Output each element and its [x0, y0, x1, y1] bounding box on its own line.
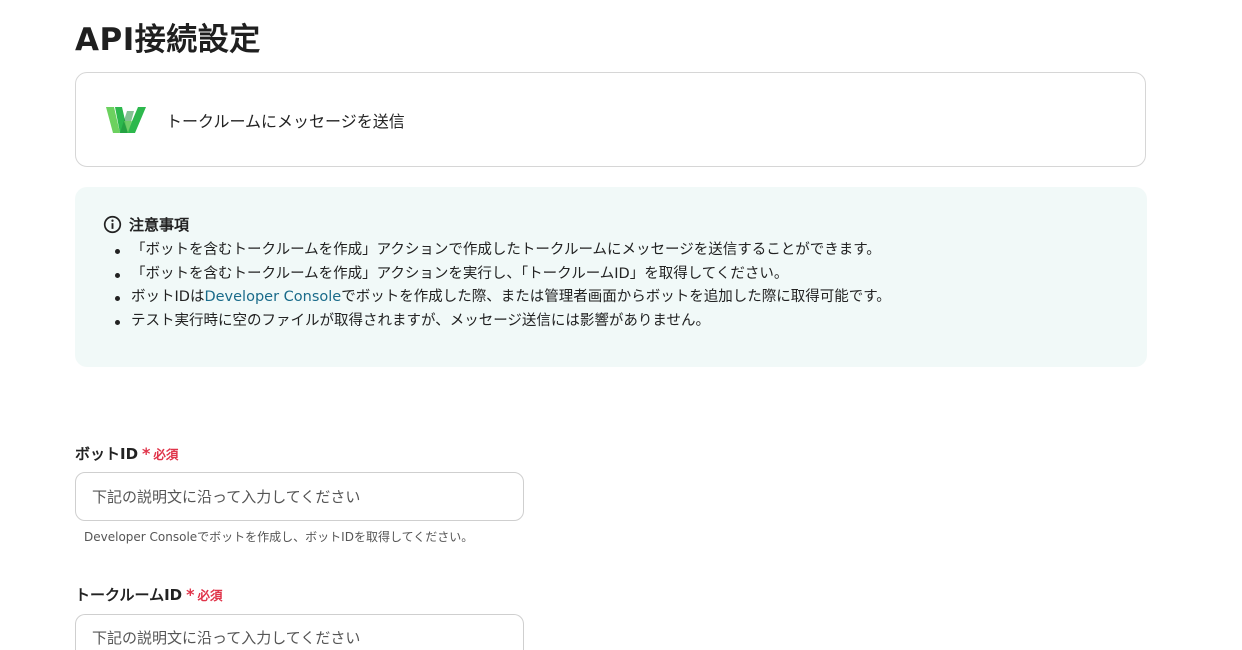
notice-list: 「ボットを含むトークルームを作成」アクションで作成したトークルームにメッセージを…: [103, 239, 1147, 333]
bot-id-label-text: ボットID: [75, 445, 139, 463]
room-id-label-text: トークルームID: [75, 586, 183, 604]
notice-item: テスト実行時に空のファイルが取得されますが、メッセージ送信には影響がありません。: [115, 310, 1147, 334]
notice-item-text: ボットIDは: [131, 289, 205, 305]
notice-item-text: でボットを作成した際、または管理者画面からボットを追加した際に取得可能です。: [341, 289, 891, 305]
room-id-label: トークルームID * 必須: [75, 584, 223, 605]
developer-console-link[interactable]: Developer Console: [204, 289, 341, 305]
required-badge: 必須: [197, 588, 223, 603]
action-card: トークルームにメッセージを送信: [75, 72, 1146, 167]
notice-item: ボットIDはDeveloper Consoleでボットを作成した際、または管理者…: [115, 286, 1147, 310]
notice-heading: 注意事項: [103, 214, 1147, 235]
room-id-input[interactable]: [75, 614, 524, 650]
action-label: トークルームにメッセージを送信: [166, 111, 405, 131]
api-settings-page: API接続設定 トークルームにメッセージを送信 注意事項 「ボットを含むトークル…: [0, 0, 1242, 650]
line-works-logo-icon: [106, 106, 146, 133]
required-asterisk: *: [142, 444, 151, 463]
page-title: API接続設定: [75, 22, 261, 58]
required-badge: 必須: [153, 447, 179, 462]
notice-item: 「ボットを含むトークルームを作成」アクションを実行し、「トークルームID」を取得…: [115, 263, 1147, 287]
bot-id-label: ボットID * 必須: [75, 443, 178, 464]
bot-id-input[interactable]: [75, 472, 524, 521]
notice-box: 注意事項 「ボットを含むトークルームを作成」アクションで作成したトークルームにメ…: [75, 187, 1147, 367]
info-icon: [103, 215, 122, 234]
bot-id-help-text: Developer Consoleでボットを作成し、ボットIDを取得してください…: [84, 530, 474, 544]
notice-heading-text: 注意事項: [129, 216, 190, 234]
notice-item: 「ボットを含むトークルームを作成」アクションで作成したトークルームにメッセージを…: [115, 239, 1147, 263]
required-asterisk: *: [186, 585, 195, 604]
